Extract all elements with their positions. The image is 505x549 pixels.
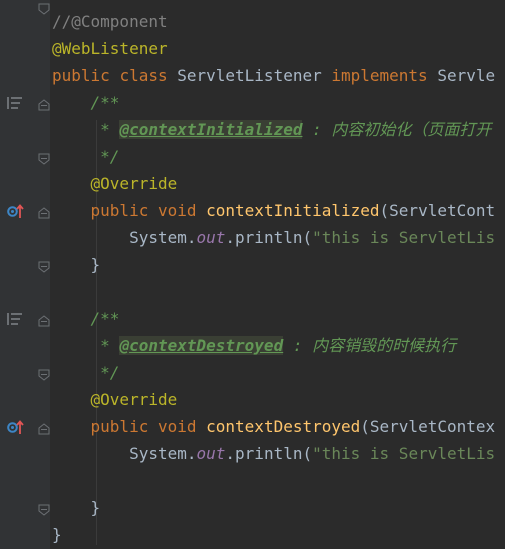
code-line[interactable]: @Override: [52, 170, 178, 197]
code-token: 内容初始化（页面打开: [331, 120, 492, 139]
code-line[interactable]: System.out.println("this is ServletLis: [52, 224, 495, 251]
code-token: }: [52, 498, 101, 517]
code-line[interactable]: @Override: [52, 386, 178, 413]
code-token: out: [196, 228, 226, 247]
code-token: ServletListener: [177, 66, 332, 85]
code-token: "this is ServletLis: [312, 444, 496, 463]
doc-render-icon[interactable]: [7, 95, 23, 114]
code-token: implements: [331, 66, 438, 85]
code-line[interactable]: * @contextInitialized : 内容初始化（页面打开: [52, 116, 491, 143]
fold-start-icon[interactable]: [38, 204, 50, 223]
code-token: }: [52, 525, 62, 544]
code-token: 内容销毁的时候执行: [312, 336, 457, 355]
code-editor[interactable]: //@Component @WebListener public class Ser…: [0, 0, 505, 549]
code-line[interactable]: System.out.println("this is ServletLis: [52, 440, 495, 467]
doc-render-icon[interactable]: [7, 311, 23, 330]
code-line[interactable]: public void contextInitialized(ServletCo…: [52, 197, 496, 224]
code-area[interactable]: //@Component @WebListener public class Ser…: [52, 0, 505, 549]
code-token: public: [52, 66, 120, 85]
indent-guide: [96, 525, 97, 545]
fold-end-icon[interactable]: [38, 150, 50, 169]
code-line[interactable]: }: [52, 251, 101, 278]
code-token: .println(: [225, 444, 313, 463]
fold-start-icon[interactable]: [38, 96, 50, 115]
code-line[interactable]: /**: [52, 89, 120, 116]
code-line[interactable]: */: [52, 359, 119, 386]
code-line[interactable]: /**: [52, 305, 120, 332]
fold-end-icon[interactable]: [38, 0, 50, 19]
code-token: /**: [90, 309, 120, 328]
fold-start-icon[interactable]: [38, 420, 50, 439]
code-token: (ServletContex: [360, 417, 496, 436]
code-token: /**: [90, 93, 120, 112]
code-line[interactable]: public class ServletListener implements …: [52, 62, 495, 89]
implemented-method-icon[interactable]: [7, 203, 25, 223]
code-token: *: [52, 120, 120, 139]
code-token: @Override: [90, 174, 178, 193]
code-token: void: [157, 417, 207, 436]
code-token: out: [196, 444, 226, 463]
code-token: contextDestroyed: [206, 417, 361, 436]
code-token: :: [283, 336, 313, 355]
code-token: System.: [52, 444, 197, 463]
code-token: public: [90, 201, 158, 220]
code-line[interactable]: * @contextDestroyed : 内容销毁的时候执行: [52, 332, 456, 359]
code-line[interactable]: public void contextDestroyed(ServletCont…: [52, 413, 496, 440]
code-line[interactable]: //@Component: [52, 8, 168, 35]
code-token: @contextDestroyed: [119, 336, 284, 355]
code-token: :: [302, 120, 332, 139]
code-token: @Override: [90, 390, 178, 409]
code-token: (ServletCont: [379, 201, 496, 220]
code-line[interactable]: }: [52, 521, 62, 548]
code-token: contextInitialized: [206, 201, 380, 220]
code-token: .println(: [225, 228, 313, 247]
fold-start-icon[interactable]: [38, 312, 50, 331]
code-line[interactable]: */: [52, 143, 119, 170]
editor-gutter[interactable]: [0, 0, 50, 549]
code-token: @contextInitialized: [119, 120, 303, 139]
code-token: void: [157, 201, 207, 220]
code-token: */: [52, 363, 120, 382]
code-token: //@Component: [52, 12, 168, 31]
fold-end-icon[interactable]: [38, 258, 50, 277]
code-token: System.: [52, 228, 197, 247]
code-token: "this is ServletLis: [312, 228, 496, 247]
code-token: }: [52, 255, 101, 274]
code-token: Servle: [437, 66, 496, 85]
fold-end-icon[interactable]: [38, 501, 50, 520]
code-line[interactable]: }: [52, 494, 101, 521]
code-token: @WebListener: [52, 39, 168, 58]
code-token: public: [90, 417, 158, 436]
code-token: class: [119, 66, 178, 85]
implemented-method-icon[interactable]: [7, 419, 25, 439]
fold-end-icon[interactable]: [38, 366, 50, 385]
code-token: *: [52, 336, 120, 355]
code-token: */: [52, 147, 120, 166]
code-line[interactable]: @WebListener: [52, 35, 168, 62]
